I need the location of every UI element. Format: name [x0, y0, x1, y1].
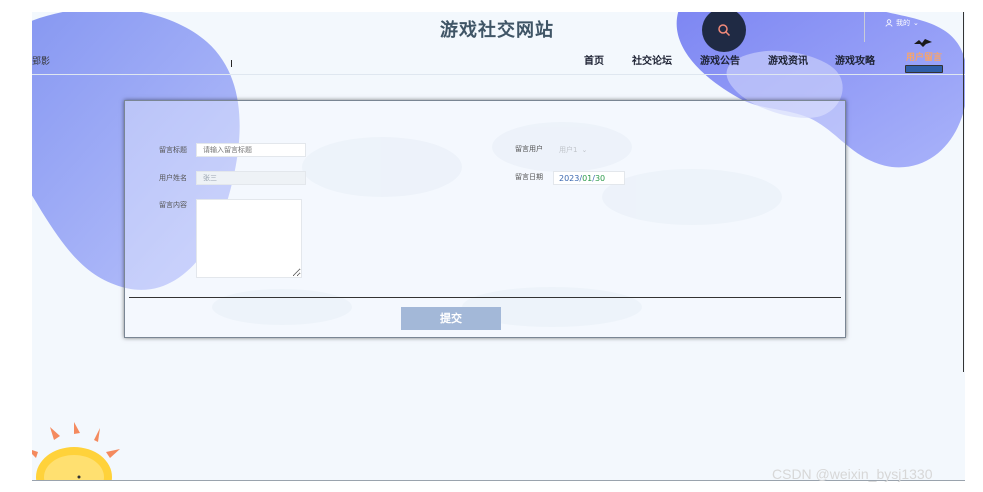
main-nav: 首页 社交论坛 游戏公告 游戏资讯 游戏攻略 [32, 52, 965, 72]
text-cursor-icon: I [230, 59, 233, 70]
nav-item-news[interactable]: 游戏资讯 [768, 52, 808, 67]
nav-item-guides[interactable]: 游戏攻略 [835, 52, 875, 67]
user-icon [885, 19, 893, 27]
user-menu-label: 我的 [896, 19, 910, 27]
bird-icon [914, 39, 932, 47]
user-label: 留言用户 [515, 145, 543, 153]
nav-item-announcements[interactable]: 游戏公告 [700, 52, 740, 67]
nav-item-home[interactable]: 首页 [584, 52, 604, 67]
nav-item-messages-label: 用户留言 [905, 53, 942, 63]
search-icon [718, 24, 731, 37]
date-label: 留言日期 [515, 173, 543, 181]
header-underline [32, 74, 965, 75]
user-select[interactable]: 用户1 ⌄ [559, 143, 587, 157]
site-title: 游戏社交网站 [440, 20, 554, 41]
submit-button[interactable]: 提交 [401, 307, 501, 330]
message-form: 留言标题 用户姓名 张三 留言内容 留言用户 用户1 ⌄ 留言日期 2023/0… [124, 100, 846, 338]
header-divider [864, 12, 865, 42]
user-select-value: 用户1 [559, 146, 578, 154]
user-menu[interactable]: 我的 ⌄ [885, 18, 919, 28]
title-label: 留言标题 [159, 146, 187, 154]
nav-item-messages[interactable]: 用户留言 [904, 50, 944, 74]
nav-active-indicator [905, 65, 943, 73]
date-input[interactable]: 2023/01/30 [553, 171, 625, 185]
content-label: 留言内容 [159, 201, 187, 209]
scrollbar-edge [963, 12, 964, 372]
page-background: 游戏社交网站 郢影 我的 ⌄ 首页 社交论坛 游戏公告 游戏资讯 游戏攻略 用户… [32, 12, 965, 481]
sun-decoration [32, 422, 120, 480]
content-textarea[interactable] [196, 199, 302, 278]
title-input[interactable] [196, 143, 306, 157]
chevron-down-icon: ⌄ [913, 19, 919, 27]
name-field[interactable]: 张三 [196, 171, 306, 185]
name-label: 用户姓名 [159, 174, 187, 182]
date-value: 2023/01/30 [559, 173, 606, 183]
form-divider [129, 297, 841, 298]
nav-item-forum[interactable]: 社交论坛 [632, 52, 672, 67]
chevron-down-icon: ⌄ [581, 146, 588, 154]
watermark: CSDN @weixin_bysj1330 [772, 466, 933, 482]
